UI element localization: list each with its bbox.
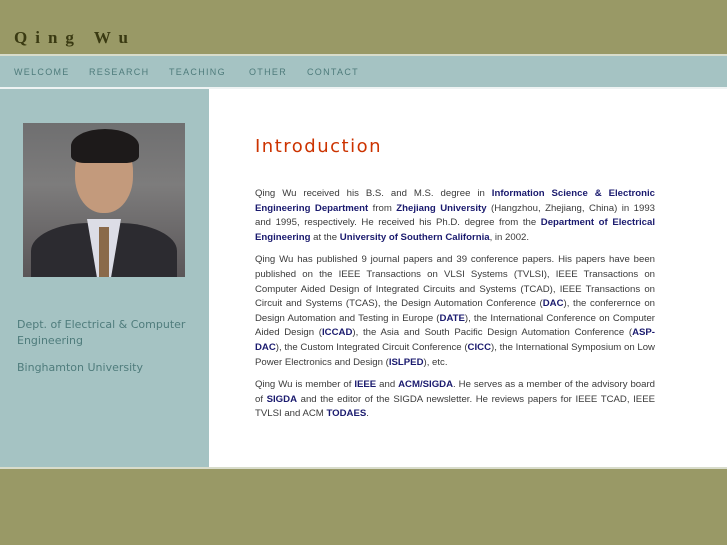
paragraph-text: ), etc.	[423, 356, 448, 368]
nav-bar: WELCOME RESEARCH TEACHING OTHER CONTACT	[0, 56, 727, 87]
nav-welcome[interactable]: WELCOME	[14, 67, 70, 77]
main-content: Introduction Qing Wu received his B.S. a…	[209, 89, 727, 467]
paragraph: Qing Wu has published 9 journal papers a…	[255, 253, 655, 370]
nav-contact[interactable]: CONTACT	[307, 67, 359, 77]
inline-link[interactable]: ISLPED	[389, 357, 424, 368]
paragraph-text: Qing Wu received his B.S. and M.S. degre…	[255, 188, 492, 199]
paragraph-text: and the editor of the SIGDA newsletter. …	[255, 393, 655, 420]
paragraph-text: from	[368, 202, 397, 214]
inline-link[interactable]: ACM/SIGDA	[398, 379, 453, 390]
paragraph-text: ), the Custom Integrated Circuit Confere…	[275, 341, 468, 353]
nav-research[interactable]: RESEARCH	[89, 67, 149, 77]
inline-link[interactable]: SIGDA	[267, 394, 297, 405]
page-title: Introduction	[255, 136, 383, 157]
nav-other[interactable]: OTHER	[249, 67, 287, 77]
inline-link[interactable]: DAC	[543, 298, 564, 309]
inline-link[interactable]: University of Southern California	[340, 232, 490, 243]
nav-teaching[interactable]: TEACHING	[169, 67, 226, 77]
inline-link[interactable]: CICC	[468, 342, 491, 353]
inline-link[interactable]: TODAES	[326, 408, 366, 419]
paragraph-text: and	[376, 379, 399, 391]
sidebar: Dept. of Electrical & Computer Engineeri…	[0, 89, 209, 467]
paragraph: Qing Wu received his B.S. and M.S. degre…	[255, 187, 655, 245]
footer	[0, 469, 727, 545]
inline-link[interactable]: DATE	[440, 313, 465, 324]
paragraph: Qing Wu is member of IEEE and ACM/SIGDA.…	[255, 378, 655, 422]
paragraph-text: , in 2002.	[489, 231, 530, 243]
paragraph-text: Qing Wu is member of	[255, 379, 355, 391]
header: Qing Wu	[0, 0, 727, 54]
university-text: Binghamton University	[17, 361, 143, 374]
site-title: Qing Wu	[14, 28, 136, 47]
paragraph-text: at the	[310, 231, 340, 243]
department-text: Dept. of Electrical & Computer Engineeri…	[17, 318, 186, 347]
paragraph-text: ), the Asia and South Pacific Design Aut…	[352, 327, 633, 339]
paragraph-text: .	[366, 408, 369, 420]
inline-link[interactable]: IEEE	[354, 379, 376, 390]
inline-link[interactable]: ICCAD	[322, 327, 352, 338]
inline-link[interactable]: Zhejiang University	[396, 203, 486, 214]
profile-photo	[23, 123, 185, 277]
intro-text: Qing Wu received his B.S. and M.S. degre…	[255, 187, 655, 430]
